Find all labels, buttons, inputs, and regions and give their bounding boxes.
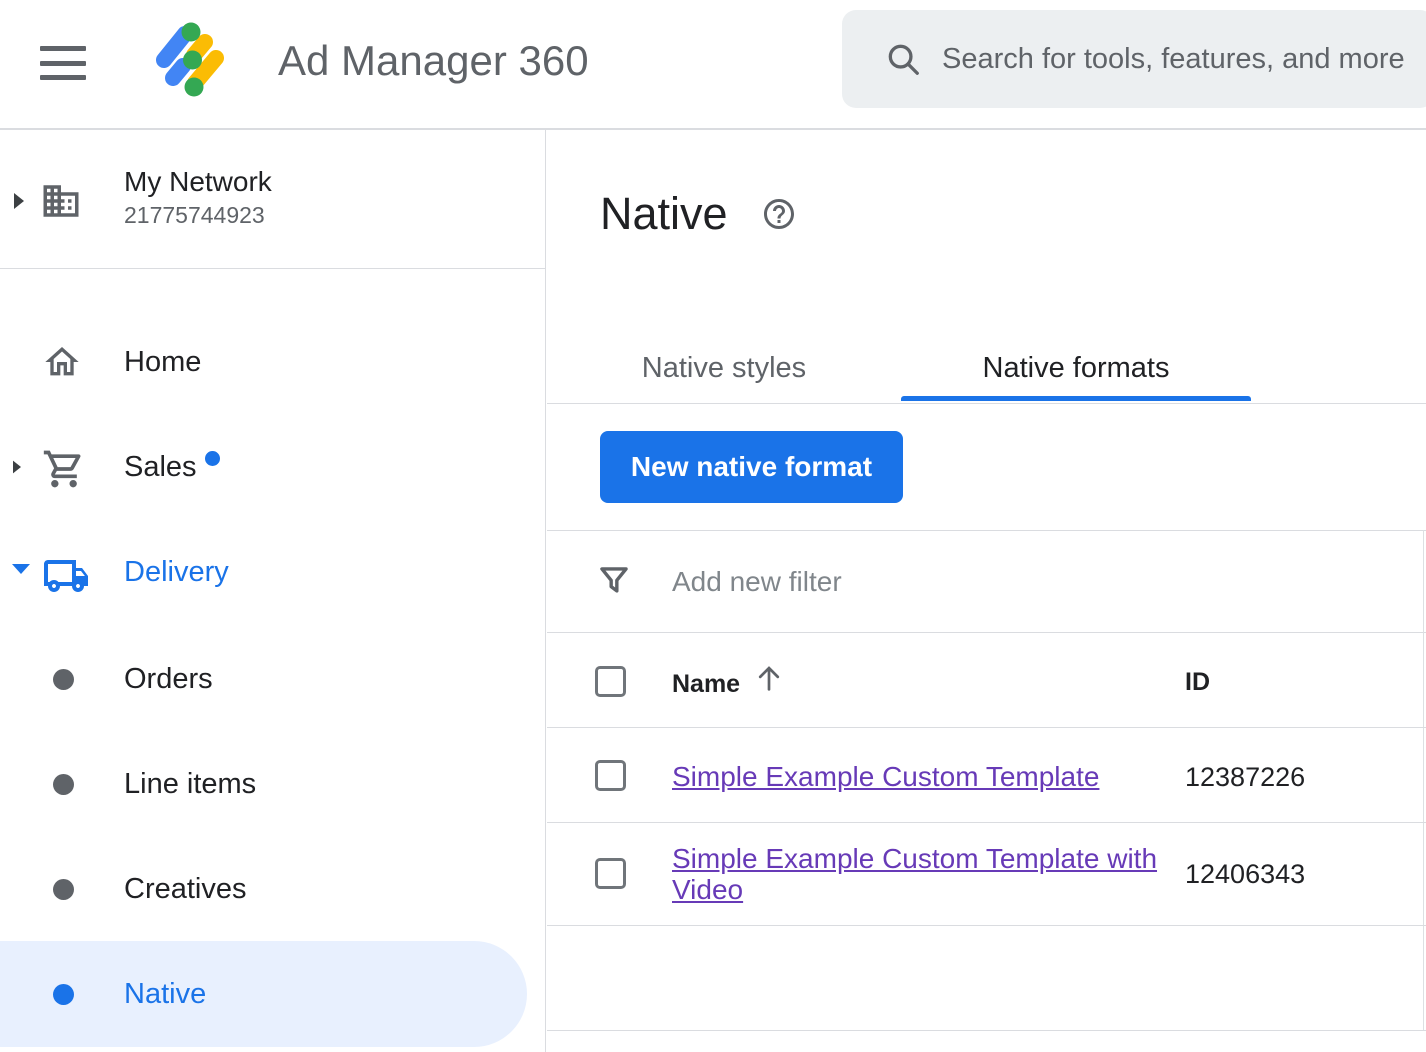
sidebar-item-label: Line items — [124, 732, 256, 836]
sidebar-item-label: Orders — [124, 627, 213, 731]
network-selector[interactable]: My Network 21775744923 — [0, 130, 546, 269]
search-input[interactable] — [942, 43, 1412, 76]
sidebar-item-orders[interactable]: Orders — [0, 627, 546, 731]
network-id: 21775744923 — [124, 202, 265, 229]
tab-native-styles[interactable]: Native styles — [629, 348, 819, 400]
app-title: Ad Manager 360 — [278, 36, 589, 86]
sidebar-item-line-items[interactable]: Line items — [0, 732, 546, 836]
bullet-icon — [53, 879, 74, 900]
help-icon[interactable] — [761, 196, 797, 232]
top-bar: Ad Manager 360 — [0, 0, 1426, 130]
divider — [547, 727, 1426, 728]
sales-expand-arrow-icon[interactable] — [13, 461, 21, 474]
row-id-value: 12406343 — [1185, 859, 1305, 890]
table-right-border — [1423, 530, 1424, 1030]
sort-ascending-arrow-icon — [752, 661, 786, 695]
active-tab-indicator — [901, 396, 1251, 401]
network-name: My Network — [124, 166, 272, 198]
bullet-icon — [53, 774, 74, 795]
main-content: Native Native styles Native formats New … — [547, 130, 1426, 1052]
delivery-truck-icon — [42, 552, 90, 600]
divider — [547, 822, 1426, 823]
sidebar-item-creatives[interactable]: Creatives — [0, 837, 546, 941]
sidebar-item-native[interactable]: Native — [0, 942, 546, 1046]
add-filter-label: Add new filter — [672, 563, 842, 601]
global-search-box[interactable] — [842, 10, 1426, 108]
shopping-cart-icon — [42, 447, 86, 491]
sidebar-item-home[interactable]: Home — [0, 310, 546, 414]
network-building-icon — [40, 180, 82, 222]
add-filter-bar[interactable]: Add new filter — [547, 531, 1426, 632]
sidebar: My Network 21775744923 Home Sales Delive… — [0, 130, 546, 1052]
row-checkbox[interactable] — [595, 858, 626, 889]
bullet-icon — [53, 669, 74, 690]
sidebar-item-delivery[interactable]: Delivery — [0, 520, 546, 624]
column-header-name[interactable]: Name — [672, 670, 740, 699]
column-header-id: ID — [1185, 668, 1210, 697]
ad-manager-logo-icon — [150, 18, 238, 106]
menu-hamburger-icon[interactable] — [40, 46, 86, 80]
network-expand-arrow-icon[interactable] — [14, 193, 24, 209]
sales-notification-dot — [205, 451, 220, 466]
new-native-format-button[interactable]: New native format — [600, 431, 903, 503]
divider — [547, 1030, 1426, 1031]
filter-funnel-icon — [597, 561, 631, 601]
ad-manager-app: Ad Manager 360 My Network 21775744923 Ho… — [0, 0, 1426, 1052]
divider — [547, 925, 1426, 926]
home-icon — [42, 342, 82, 382]
bullet-icon — [53, 984, 74, 1005]
native-format-link[interactable]: Simple Example Custom Template — [672, 761, 1099, 792]
sidebar-item-label: Home — [124, 310, 201, 414]
divider — [547, 403, 1426, 404]
select-all-checkbox[interactable] — [595, 666, 626, 697]
delivery-collapse-arrow-icon[interactable] — [12, 564, 30, 574]
sidebar-item-label: Creatives — [124, 837, 247, 941]
row-checkbox[interactable] — [595, 760, 626, 791]
page-title: Native — [600, 188, 728, 240]
sidebar-item-label: Native — [124, 942, 206, 1046]
native-format-link[interactable]: Simple Example Custom Template with Vide… — [672, 843, 1177, 905]
sidebar-item-sales[interactable]: Sales — [0, 415, 546, 519]
sidebar-item-label: Sales — [124, 415, 197, 519]
search-icon — [884, 40, 922, 78]
sidebar-item-label: Delivery — [124, 520, 229, 624]
row-id-value: 12387226 — [1185, 762, 1305, 793]
tab-native-formats[interactable]: Native formats — [901, 348, 1251, 400]
divider — [547, 632, 1426, 633]
